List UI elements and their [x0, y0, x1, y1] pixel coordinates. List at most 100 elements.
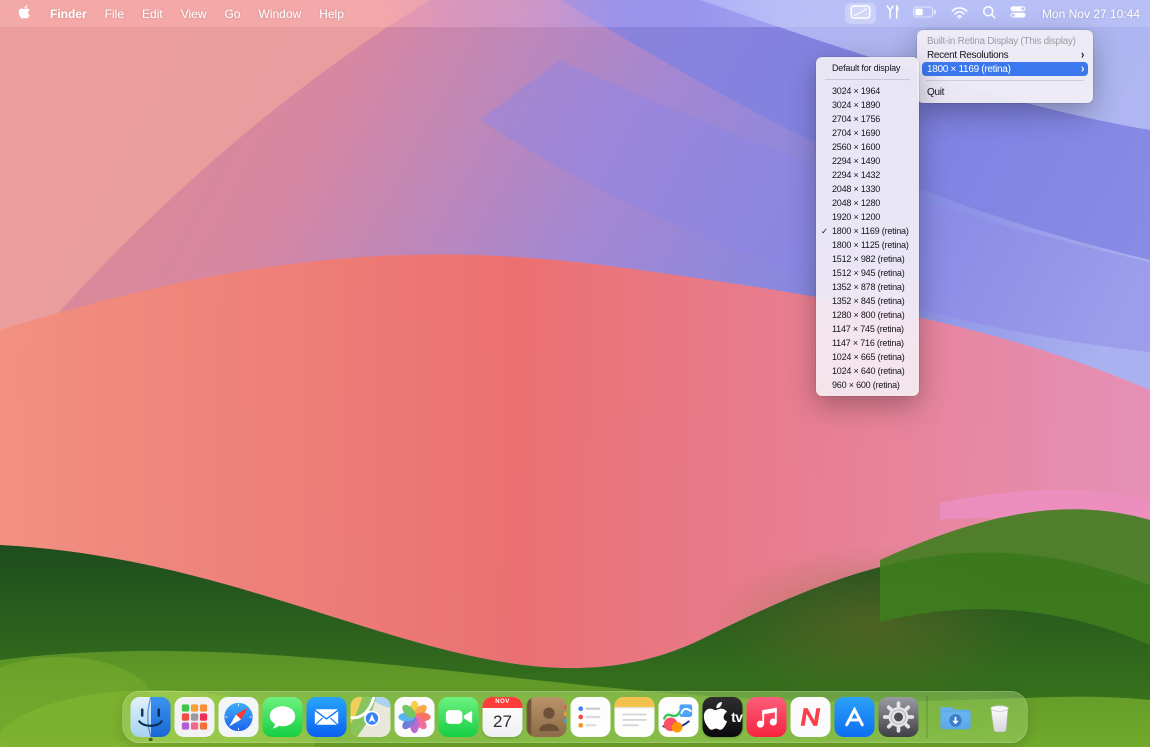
photos-icon — [395, 697, 435, 737]
dock-trash[interactable] — [980, 697, 1020, 737]
calendar-month: NOV — [495, 699, 510, 705]
menu-bar: Finder File Edit View Go Window Help — [0, 0, 1150, 27]
dock-safari[interactable] — [219, 697, 259, 737]
menu-go[interactable]: Go — [216, 0, 250, 27]
battery-menu-extra[interactable] — [906, 0, 944, 27]
launchpad-icon — [175, 697, 215, 737]
news-icon — [791, 697, 831, 737]
menu-item-recent-resolutions[interactable]: Recent Resolutions › — [922, 48, 1088, 62]
submenu-item-resolution[interactable]: 1024 × 665 (retina) — [820, 350, 915, 364]
dock-finder[interactable] — [131, 697, 171, 737]
menu-view[interactable]: View — [172, 0, 216, 27]
wifi-icon — [951, 6, 968, 22]
menu-help[interactable]: Help — [310, 0, 353, 27]
dock-maps[interactable] — [351, 697, 391, 737]
submenu-item-resolution[interactable]: 2560 × 1600 — [820, 140, 915, 154]
dock-music[interactable] — [747, 697, 787, 737]
facetime-icon — [439, 697, 479, 737]
dock-launchpad[interactable] — [175, 697, 215, 737]
menu-bar-left: Finder File Edit View Go Window Help — [0, 0, 353, 27]
dock-notes[interactable] — [615, 697, 655, 737]
menu-separator — [926, 80, 1084, 81]
desktop-wallpaper — [0, 0, 1150, 747]
menu-edit[interactable]: Edit — [133, 0, 172, 27]
notes-icon — [615, 697, 655, 737]
music-icon — [747, 697, 787, 737]
submenu-item-resolution[interactable]: 2048 × 1280 — [820, 196, 915, 210]
utensils-menu-extra[interactable] — [879, 0, 906, 27]
menu-item-builtin-display: Built-in Retina Display (This display) — [922, 34, 1088, 48]
display-icon — [850, 4, 871, 23]
submenu-item-resolution[interactable]: 2294 × 1432 — [820, 168, 915, 182]
submenu-item-resolution[interactable]: 1352 × 878 (retina) — [820, 280, 915, 294]
menu-bar-clock[interactable]: Mon Nov 27 10:44 — [1033, 0, 1142, 27]
calendar-month-strip: NOV — [483, 697, 523, 708]
spotlight-menu-extra[interactable] — [975, 0, 1003, 27]
apple-logo-icon — [18, 5, 31, 23]
menu-item-current-resolution[interactable]: 1800 × 1169 (retina) › — [922, 62, 1088, 76]
submenu-item-resolution[interactable]: 1800 × 1125 (retina) — [820, 238, 915, 252]
dock-calendar[interactable]: NOV 27 — [483, 697, 523, 737]
submenu-item-resolution[interactable]: 3024 × 1890 — [820, 98, 915, 112]
resolutions-submenu: Default for display 3024 × 1964 3024 × 1… — [816, 57, 919, 396]
checkmark-icon: ✓ — [821, 226, 828, 237]
dock-facetime[interactable] — [439, 697, 479, 737]
chevron-right-icon: › — [1081, 63, 1084, 76]
submenu-item-resolution[interactable]: 2704 × 1756 — [820, 112, 915, 126]
apple-menu[interactable] — [12, 0, 41, 27]
dock-freeform[interactable] — [659, 697, 699, 737]
submenu-item-resolution[interactable]: 1024 × 640 (retina) — [820, 364, 915, 378]
dock-contacts[interactable] — [527, 697, 567, 737]
submenu-item-resolution[interactable]: 1920 × 1200 — [820, 210, 915, 224]
calendar-day: 27 — [483, 708, 523, 735]
submenu-item-resolution-checked[interactable]: ✓ 1800 × 1169 (retina) — [820, 224, 915, 238]
finder-icon — [131, 697, 171, 737]
dock-reminders[interactable] — [571, 697, 611, 737]
submenu-item-resolution[interactable]: 1352 × 845 (retina) — [820, 294, 915, 308]
tv-label: tv — [731, 710, 742, 725]
menu-bar-status: Mon Nov 27 10:44 — [842, 0, 1150, 27]
submenu-item-resolution[interactable]: 3024 × 1964 — [820, 84, 915, 98]
downloads-folder-icon — [936, 697, 976, 737]
chevron-right-icon: › — [1081, 49, 1084, 62]
contacts-icon — [527, 697, 567, 737]
submenu-item-resolution[interactable]: 2294 × 1490 — [820, 154, 915, 168]
submenu-item-default[interactable]: Default for display — [820, 61, 915, 75]
menu-item-label: 1800 × 1169 (retina) — [927, 64, 1011, 75]
apple-logo-icon — [703, 697, 730, 737]
submenu-item-label: 1800 × 1169 (retina) — [832, 226, 909, 236]
menu-separator — [825, 79, 910, 80]
utensils-icon — [886, 4, 899, 23]
battery-icon — [913, 6, 937, 21]
safari-icon — [219, 697, 259, 737]
menu-window[interactable]: Window — [250, 0, 311, 27]
dock-app-store[interactable] — [835, 697, 875, 737]
menu-file[interactable]: File — [96, 0, 133, 27]
dock: NOV 27 — [123, 691, 1028, 743]
submenu-item-resolution[interactable]: 1512 × 982 (retina) — [820, 252, 915, 266]
dock-messages[interactable] — [263, 697, 303, 737]
dock-downloads-folder[interactable] — [936, 697, 976, 737]
trash-icon — [980, 697, 1020, 737]
wifi-menu-extra[interactable] — [944, 0, 975, 27]
maps-icon — [351, 697, 391, 737]
submenu-item-resolution[interactable]: 1512 × 945 (retina) — [820, 266, 915, 280]
submenu-item-resolution[interactable]: 1147 × 745 (retina) — [820, 322, 915, 336]
display-resolution-menu-extra[interactable] — [845, 3, 876, 24]
submenu-item-resolution[interactable]: 2704 × 1690 — [820, 126, 915, 140]
running-indicator-dot — [149, 738, 153, 742]
search-icon — [982, 5, 996, 22]
submenu-item-resolution[interactable]: 960 × 600 (retina) — [820, 378, 915, 392]
menu-item-quit[interactable]: Quit — [922, 85, 1088, 99]
submenu-item-resolution[interactable]: 1147 × 716 (retina) — [820, 336, 915, 350]
app-menu-finder[interactable]: Finder — [41, 0, 96, 27]
dock-photos[interactable] — [395, 697, 435, 737]
control-center-menu-extra[interactable] — [1003, 0, 1033, 27]
dock-mail[interactable] — [307, 697, 347, 737]
dock-system-settings[interactable] — [879, 697, 919, 737]
settings-gear-icon — [879, 697, 919, 737]
submenu-item-resolution[interactable]: 2048 × 1330 — [820, 182, 915, 196]
dock-news[interactable] — [791, 697, 831, 737]
submenu-item-resolution[interactable]: 1280 × 800 (retina) — [820, 308, 915, 322]
dock-tv[interactable]: tv — [703, 697, 743, 737]
